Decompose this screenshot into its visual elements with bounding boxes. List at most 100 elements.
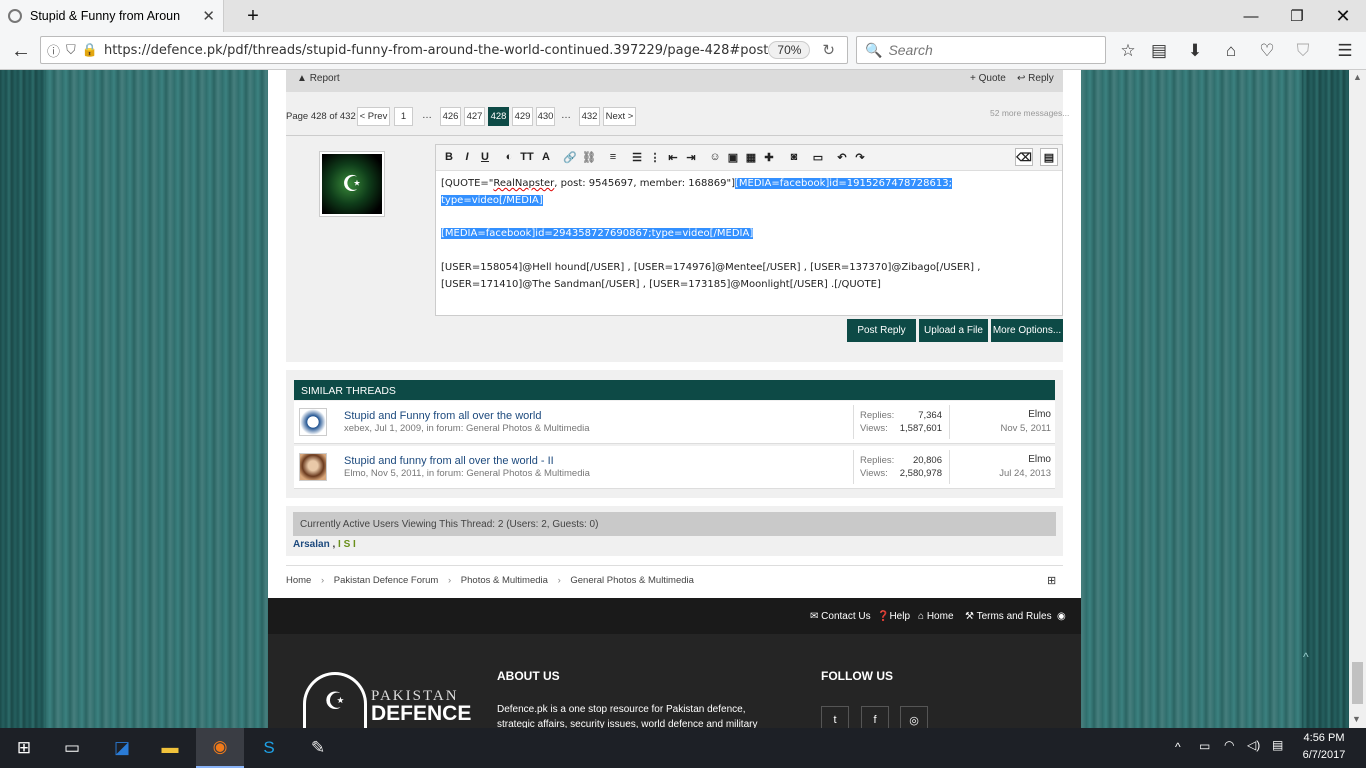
scrollbar-thumb[interactable] xyxy=(1352,662,1363,704)
new-tab-icon[interactable]: + xyxy=(230,0,276,32)
outlook-icon[interactable]: ◪ xyxy=(98,728,146,768)
more-options-button[interactable]: More Options... xyxy=(991,319,1063,342)
indent-icon[interactable]: ⇥ xyxy=(682,148,700,166)
home-icon[interactable]: ⌂ xyxy=(1216,36,1246,66)
battery-icon[interactable]: ▭ xyxy=(1199,739,1210,753)
breadcrumb-general[interactable]: General Photos & Multimedia xyxy=(570,575,694,586)
font-size-icon[interactable]: TT xyxy=(518,148,536,166)
shield-icon[interactable]: ⛉ xyxy=(66,42,76,58)
home-link[interactable]: ⌂ Home xyxy=(918,611,954,622)
page-button[interactable]: 429 xyxy=(512,107,533,126)
save-draft-icon[interactable]: ▭ xyxy=(809,148,827,166)
link-icon[interactable]: 🔗 xyxy=(561,148,579,166)
breadcrumb-photos[interactable]: Photos & Multimedia xyxy=(461,575,548,586)
rss-icon[interactable]: ◉ xyxy=(1057,611,1066,622)
page-button[interactable]: 427 xyxy=(464,107,485,126)
page-button[interactable]: 1 xyxy=(394,107,413,126)
table-row[interactable]: Stupid and Funny from all over the world… xyxy=(294,401,1055,444)
download-icon[interactable]: ⬇ xyxy=(1180,36,1210,66)
lock-icon[interactable]: 🔒 xyxy=(82,42,98,58)
minimize-icon[interactable]: — xyxy=(1228,0,1274,32)
menu-icon[interactable]: ☰ xyxy=(1330,36,1360,66)
file-explorer-icon[interactable]: ▬ xyxy=(146,728,194,768)
numbered-list-icon[interactable]: ⋮ xyxy=(646,148,664,166)
thread-title[interactable]: Stupid and funny from all over the world… xyxy=(344,455,554,467)
image-icon[interactable]: ▣ xyxy=(724,148,742,166)
last-post-date[interactable]: Jul 24, 2013 xyxy=(984,468,1051,479)
bullet-list-icon[interactable]: ☰ xyxy=(628,148,646,166)
post-reply-button[interactable]: Post Reply xyxy=(847,319,916,342)
table-row[interactable]: Stupid and funny from all over the world… xyxy=(294,446,1055,489)
scroll-down-icon[interactable]: ▼ xyxy=(1352,714,1361,724)
thread-avatar[interactable] xyxy=(299,408,327,436)
url-text[interactable]: https://defence.pk/pdf/threads/stupid-fu… xyxy=(104,43,768,58)
scroll-up-icon[interactable]: ▲ xyxy=(1349,72,1366,82)
last-poster[interactable]: Elmo xyxy=(984,409,1051,420)
page-ellipsis[interactable]: … xyxy=(561,110,571,121)
wifi-icon[interactable]: ◠ xyxy=(1224,738,1234,752)
quote-link[interactable]: + Quote xyxy=(970,73,1006,84)
active-user-link[interactable]: I S I xyxy=(338,539,356,550)
unlink-icon[interactable]: ⛓ xyxy=(580,148,598,166)
tray-expand-icon[interactable]: ^ xyxy=(1175,740,1181,754)
camera-icon[interactable]: ◙ xyxy=(785,148,803,166)
help-link[interactable]: ❓Help xyxy=(877,611,910,622)
restore-icon[interactable]: ❐ xyxy=(1274,0,1320,32)
current-page-button[interactable]: 428 xyxy=(488,107,509,126)
paint-icon[interactable]: ✎ xyxy=(294,728,342,768)
toggle-source-icon[interactable]: ▤ xyxy=(1040,148,1058,166)
back-to-top-icon[interactable]: ^ xyxy=(1303,650,1309,664)
browser-tab[interactable]: Stupid & Funny from Aroun ✕ xyxy=(0,0,224,32)
contact-us-link[interactable]: ✉ Contact Us xyxy=(810,611,871,622)
redo-icon[interactable]: ↷ xyxy=(851,148,869,166)
prev-page-button[interactable]: < Prev xyxy=(357,107,390,126)
italic-icon[interactable]: I xyxy=(458,148,476,166)
page-button[interactable]: 430 xyxy=(536,107,555,126)
align-icon[interactable]: ≡ xyxy=(604,148,622,166)
active-user-link[interactable]: Arsalan xyxy=(293,539,330,550)
clock-time[interactable]: 4:56 PM xyxy=(1298,732,1350,744)
reload-icon[interactable]: ↻ xyxy=(822,41,835,59)
thread-title[interactable]: Stupid and Funny from all over the world xyxy=(344,410,542,422)
skype-icon[interactable]: S xyxy=(245,728,293,768)
volume-icon[interactable]: ◁) xyxy=(1247,738,1260,752)
breadcrumb-home[interactable]: Home xyxy=(286,575,311,586)
firefox-icon[interactable]: ◉ xyxy=(196,728,244,768)
next-page-button[interactable]: Next > xyxy=(603,107,636,126)
last-poster[interactable]: Elmo xyxy=(984,454,1051,465)
eraser-icon[interactable]: ⌫ xyxy=(1015,148,1033,166)
info-icon[interactable]: ⓘ xyxy=(47,41,60,60)
clock-date[interactable]: 6/7/2017 xyxy=(1298,749,1350,761)
sitemap-icon[interactable]: ⊞ xyxy=(1047,574,1056,587)
task-view-icon[interactable]: ▭ xyxy=(48,728,96,768)
pocket-icon[interactable]: ♡ xyxy=(1252,36,1282,66)
breadcrumb-forum[interactable]: Pakistan Defence Forum xyxy=(334,575,439,586)
bookmark-star-icon[interactable]: ☆ xyxy=(1113,36,1143,66)
font-family-icon[interactable]: A xyxy=(537,148,555,166)
vertical-scrollbar[interactable]: ▲ xyxy=(1349,70,1366,728)
user-avatar[interactable]: ☪ xyxy=(319,151,385,217)
page-button[interactable]: 426 xyxy=(440,107,461,126)
more-messages-link[interactable]: 52 more messages... xyxy=(990,108,1069,118)
upload-file-button[interactable]: Upload a File xyxy=(919,319,988,342)
zoom-level[interactable]: 70% xyxy=(768,41,811,59)
underline-icon[interactable]: U xyxy=(476,148,494,166)
reply-link[interactable]: ↩ Reply xyxy=(1017,73,1054,84)
page-ellipsis[interactable]: … xyxy=(422,110,432,121)
media-icon[interactable]: ▦ xyxy=(742,148,760,166)
close-tab-icon[interactable]: ✕ xyxy=(202,7,215,25)
report-link[interactable]: ▲ Report xyxy=(297,73,340,84)
terms-link[interactable]: ⚒ Terms and Rules xyxy=(965,611,1052,622)
page-button[interactable]: 432 xyxy=(579,107,600,126)
editor-content[interactable]: [QUOTE="RealNapster, post: 9545697, memb… xyxy=(441,176,1051,294)
smilie-icon[interactable]: ☺ xyxy=(706,148,724,166)
windows-start-icon[interactable]: ⊞ xyxy=(0,728,48,768)
back-icon[interactable]: ← xyxy=(6,36,36,66)
thread-avatar[interactable] xyxy=(299,453,327,481)
undo-icon[interactable]: ↶ xyxy=(833,148,851,166)
last-post-date[interactable]: Nov 5, 2011 xyxy=(984,423,1051,434)
close-window-icon[interactable]: ✕ xyxy=(1320,0,1366,32)
color-icon[interactable]: ◐ xyxy=(500,148,518,166)
outdent-icon[interactable]: ⇤ xyxy=(664,148,682,166)
reading-list-icon[interactable]: ▤ xyxy=(1144,36,1174,66)
